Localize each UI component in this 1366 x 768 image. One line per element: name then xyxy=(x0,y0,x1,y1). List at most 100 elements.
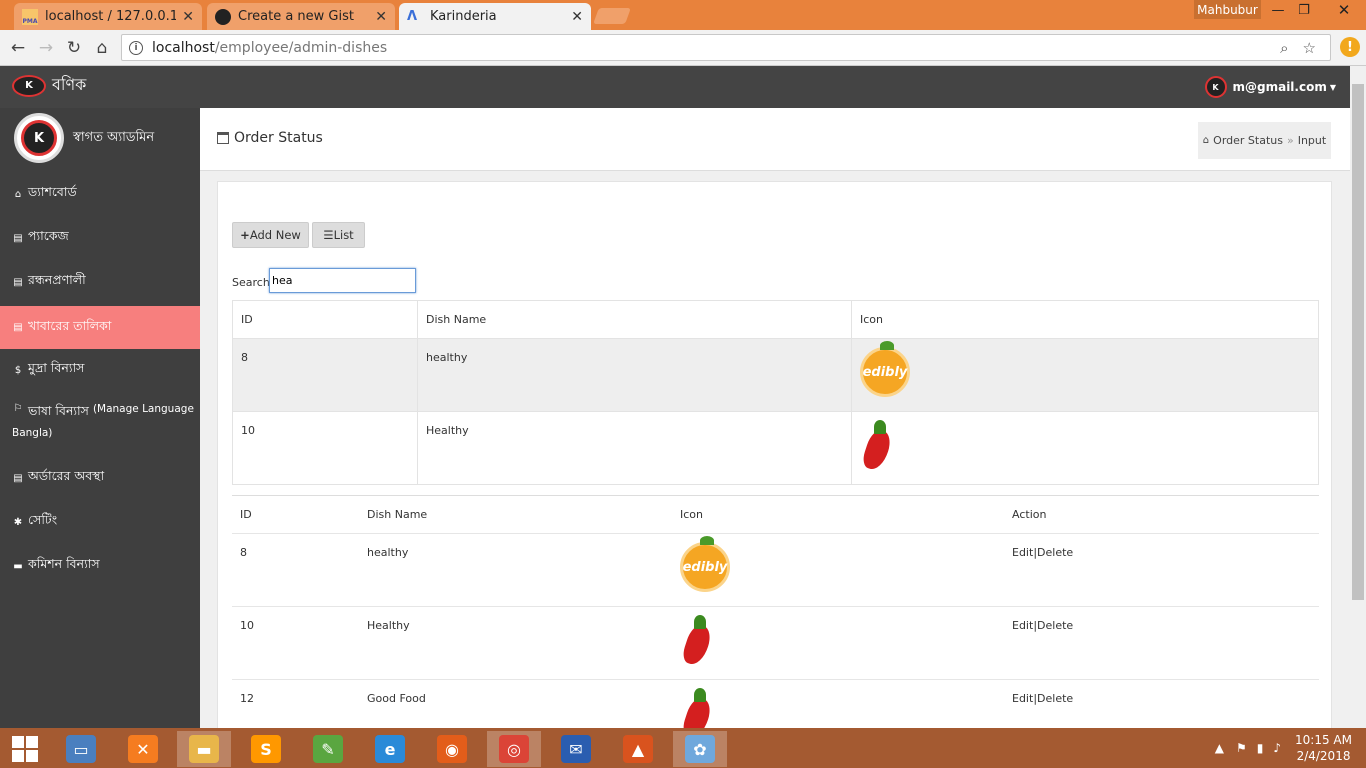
column-header[interactable]: Dish Name xyxy=(417,300,852,339)
clock[interactable]: 10:15 AM 2/4/2018 xyxy=(1295,732,1352,764)
forward-icon[interactable]: → xyxy=(34,36,58,60)
close-tab-icon[interactable]: ✕ xyxy=(182,9,194,25)
list-icon: ▤ xyxy=(13,472,23,484)
gear-icon: ✱ xyxy=(13,516,23,528)
windows-start-icon[interactable] xyxy=(12,736,38,762)
column-header[interactable]: Dish Name xyxy=(359,495,672,534)
page-title-text: Order Status xyxy=(234,130,323,146)
folder-icon[interactable]: ▬ xyxy=(177,731,231,767)
list-button[interactable]: ☰ List xyxy=(312,222,365,248)
close-tab-icon[interactable]: ✕ xyxy=(571,9,583,25)
sidebar-item-8[interactable]: ▬ কমিশন বিন্যাস xyxy=(0,551,200,581)
sublime-icon-glyph: S xyxy=(251,735,281,763)
user-menu[interactable]: K m@gmail.com ▼ xyxy=(1204,76,1336,98)
delete-link[interactable]: Delete xyxy=(1037,692,1073,705)
github-icon xyxy=(215,8,231,25)
address-bar[interactable]: i localhost/employee/admin-dishes ⌕ ☆ xyxy=(121,34,1331,61)
karinderia-icon: Λ xyxy=(407,8,418,24)
sidebar-item-label: রন্ধনপ্রণালী xyxy=(28,272,86,287)
sublime-icon[interactable]: S xyxy=(239,731,293,767)
search-results-table: ID Dish Name Icon 8 healthy edibly 10 He… xyxy=(232,300,1319,485)
sidebar-item-label: ড্যাশবোর্ড xyxy=(28,184,77,199)
thunderbird-icon[interactable]: ✉ xyxy=(549,731,603,767)
sidebar-item-label: সেটিং xyxy=(28,512,58,527)
delete-link[interactable]: Delete xyxy=(1037,619,1073,632)
url-host: localhost xyxy=(152,39,215,56)
file-manager-icon[interactable]: ▭ xyxy=(54,731,108,767)
extension-alert-icon[interactable]: ! xyxy=(1340,37,1360,57)
logo-icon: K xyxy=(12,74,46,97)
cell-icon: edibly xyxy=(672,533,1004,607)
notepad-icon[interactable]: ✎ xyxy=(301,731,355,767)
delete-link[interactable]: Delete xyxy=(1037,546,1073,559)
signal-icon[interactable]: ▮ xyxy=(1257,741,1264,755)
reload-icon[interactable]: ↻ xyxy=(62,36,86,60)
back-icon[interactable]: ← xyxy=(6,36,30,60)
sidebar-item-6[interactable]: ▤ অর্ডারের অবস্থা xyxy=(0,463,200,493)
breadcrumb-home[interactable]: Order Status xyxy=(1213,134,1283,147)
chrome-icon[interactable]: ◎ xyxy=(487,731,541,767)
edit-link[interactable]: Edit xyxy=(1012,546,1033,559)
list-label: List xyxy=(333,228,354,242)
scrollbar-thumb[interactable] xyxy=(1352,84,1364,600)
cell-dish-name: Healthy xyxy=(417,411,852,485)
xampp-icon[interactable]: ✕ xyxy=(116,731,170,767)
edit-link[interactable]: Edit xyxy=(1012,619,1033,632)
chili-icon xyxy=(680,688,716,728)
brand-name: বণিক xyxy=(52,75,87,94)
brand[interactable]: K বণিক xyxy=(12,72,86,99)
cell-action: Edit|Delete xyxy=(1004,533,1319,607)
bookmark-star-icon[interactable]: ☆ xyxy=(1303,39,1316,57)
column-header[interactable]: ID xyxy=(232,495,359,534)
tab-karinderia[interactable]: Λ Karinderia ✕ xyxy=(399,3,591,30)
tray-chevron-icon[interactable]: ▲ xyxy=(1215,741,1224,755)
column-header[interactable]: Icon xyxy=(672,495,1004,534)
avatar: K xyxy=(14,113,64,163)
paint-icon[interactable]: ✿ xyxy=(673,731,727,767)
close-tab-icon[interactable]: ✕ xyxy=(375,9,387,25)
sidebar-item-label: খাবারের তালিকা xyxy=(28,317,112,333)
network-icon[interactable]: ⚑ xyxy=(1236,741,1247,755)
zoom-icon[interactable]: ⌕ xyxy=(1280,39,1288,57)
close-window-icon[interactable]: ✕ xyxy=(1322,0,1366,20)
edit-link[interactable]: Edit xyxy=(1012,692,1033,705)
sidebar-item-7[interactable]: ✱ সেটিং xyxy=(0,507,200,537)
sidebar-item-3[interactable]: ▤ খাবারের তালিকা xyxy=(0,306,200,349)
sidebar-item-0[interactable]: ⌂ ড্যাশবোর্ড xyxy=(0,179,200,209)
tab-gist[interactable]: Create a new Gist ✕ xyxy=(207,3,395,30)
sidebar-item-4[interactable]: $ মুদ্রা বিন্যাস xyxy=(0,355,200,385)
search-label: Search: xyxy=(232,276,274,289)
plus-icon: + xyxy=(240,228,250,242)
sidebar-item-1[interactable]: ▤ প্যাকেজ xyxy=(0,223,200,253)
folder-icon-glyph: ▬ xyxy=(189,735,219,763)
column-header[interactable]: ID xyxy=(232,300,418,339)
sidebar-item-5[interactable]: ⚐ ভাষা বিন্যাস (Manage Language Bangla) xyxy=(0,399,200,443)
tab-phpmyadmin[interactable]: PMA localhost / 127.0.0.1 / me ✕ xyxy=(14,3,202,30)
info-icon[interactable]: i xyxy=(129,40,143,55)
app-header xyxy=(0,66,1350,108)
maximize-icon[interactable]: ❐ xyxy=(1285,0,1323,20)
tab-title: Create a new Gist xyxy=(238,9,354,24)
firefox-icon[interactable]: ◉ xyxy=(425,731,479,767)
column-header[interactable]: Action xyxy=(1004,495,1319,534)
thunderbird-icon-glyph: ✉ xyxy=(561,735,591,763)
volume-icon[interactable]: ♪ xyxy=(1273,741,1281,755)
sidebar-item-2[interactable]: ▤ রন্ধনপ্রণালী xyxy=(0,267,200,297)
chili-icon xyxy=(680,615,716,668)
home-icon[interactable]: ⌂ xyxy=(90,36,114,60)
breadcrumb-current: Input xyxy=(1297,134,1327,147)
orange-icon-text: edibly xyxy=(862,364,908,380)
add-new-button[interactable]: + Add New xyxy=(232,222,309,248)
ie-icon[interactable]: e xyxy=(363,731,417,767)
search-input[interactable] xyxy=(269,268,416,293)
new-tab-button[interactable] xyxy=(593,8,631,24)
browser-profile-button[interactable]: Mahbubur xyxy=(1194,0,1261,19)
content-panel: +Add New ☰List Search: ID Dish Name Icon… xyxy=(217,181,1332,728)
column-header[interactable]: Icon xyxy=(851,300,1319,339)
system-tray: ▲ ⚑ ▮ ♪ 10:15 AM 2/4/2018 xyxy=(1215,731,1352,765)
cell-id: 8 xyxy=(232,338,418,412)
welcome-text: স্বাগত অ্যাডমিন xyxy=(73,129,155,145)
vlc-icon[interactable]: ▲ xyxy=(611,731,665,767)
avatar: K xyxy=(1204,76,1227,98)
cell-icon xyxy=(851,411,1319,485)
